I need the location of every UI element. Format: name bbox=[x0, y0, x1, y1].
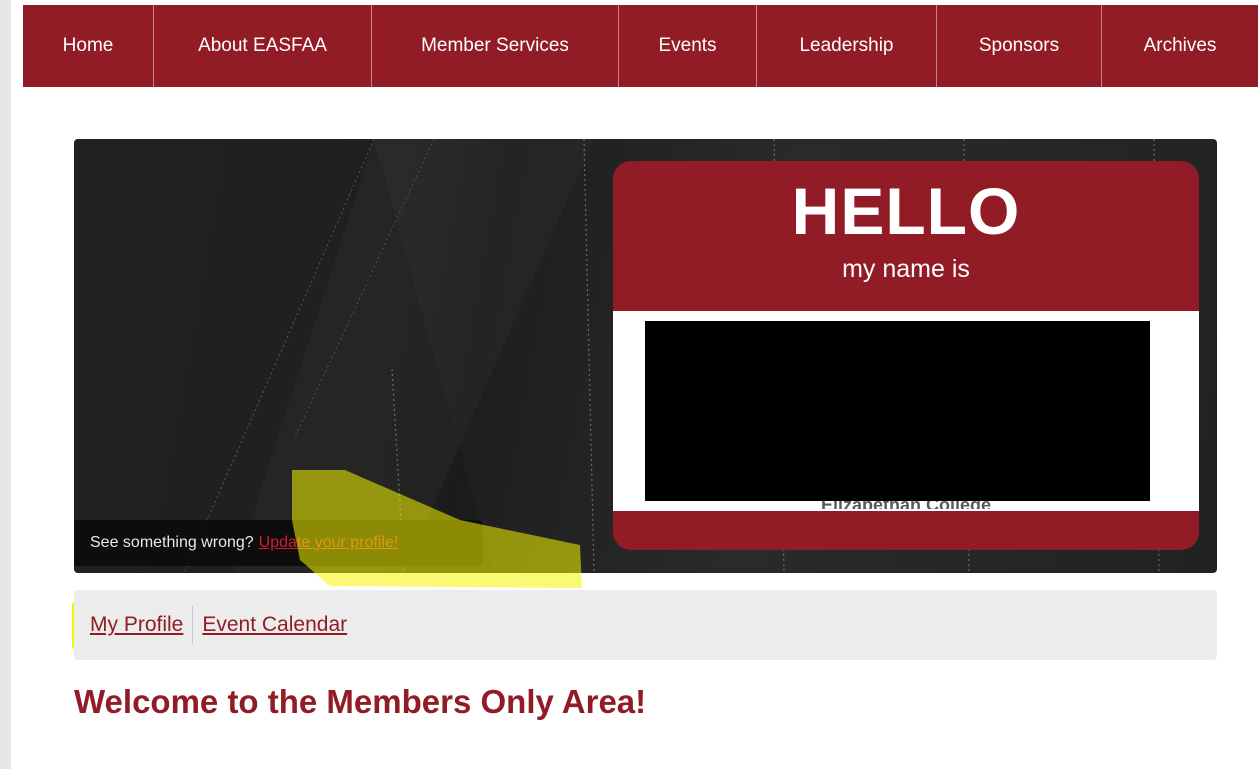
page-title: Welcome to the Members Only Area! bbox=[74, 683, 647, 720]
profile-notice: See something wrong? Update your profile… bbox=[74, 520, 483, 566]
sub-nav: My Profile Event Calendar bbox=[74, 590, 1217, 660]
nav-events[interactable]: Events bbox=[619, 5, 757, 87]
my-name-is-label: my name is bbox=[842, 255, 970, 283]
update-profile-link[interactable]: Update your profile! bbox=[259, 534, 399, 552]
nav-home[interactable]: Home bbox=[23, 5, 154, 87]
event-calendar-link[interactable]: Event Calendar bbox=[202, 613, 347, 637]
my-profile-link[interactable]: My Profile bbox=[90, 613, 183, 637]
notice-text: See something wrong? bbox=[90, 534, 254, 551]
profile-hero: HELLO my name is Elizabethan College See… bbox=[74, 139, 1217, 573]
nav-leadership[interactable]: Leadership bbox=[757, 5, 937, 87]
divider bbox=[192, 606, 194, 644]
main-nav: Home About EASFAA Member Services Events… bbox=[23, 5, 1258, 87]
nav-sponsors[interactable]: Sponsors bbox=[937, 5, 1102, 87]
nav-member-services[interactable]: Member Services bbox=[372, 5, 619, 87]
nav-about[interactable]: About EASFAA bbox=[154, 5, 372, 87]
redacted-name bbox=[645, 321, 1150, 501]
nav-archives[interactable]: Archives bbox=[1102, 5, 1258, 87]
left-rail bbox=[0, 0, 11, 769]
name-tag: HELLO my name is Elizabethan College bbox=[613, 161, 1199, 550]
hello-heading: HELLO bbox=[791, 174, 1021, 248]
name-area: Elizabethan College bbox=[613, 311, 1199, 511]
